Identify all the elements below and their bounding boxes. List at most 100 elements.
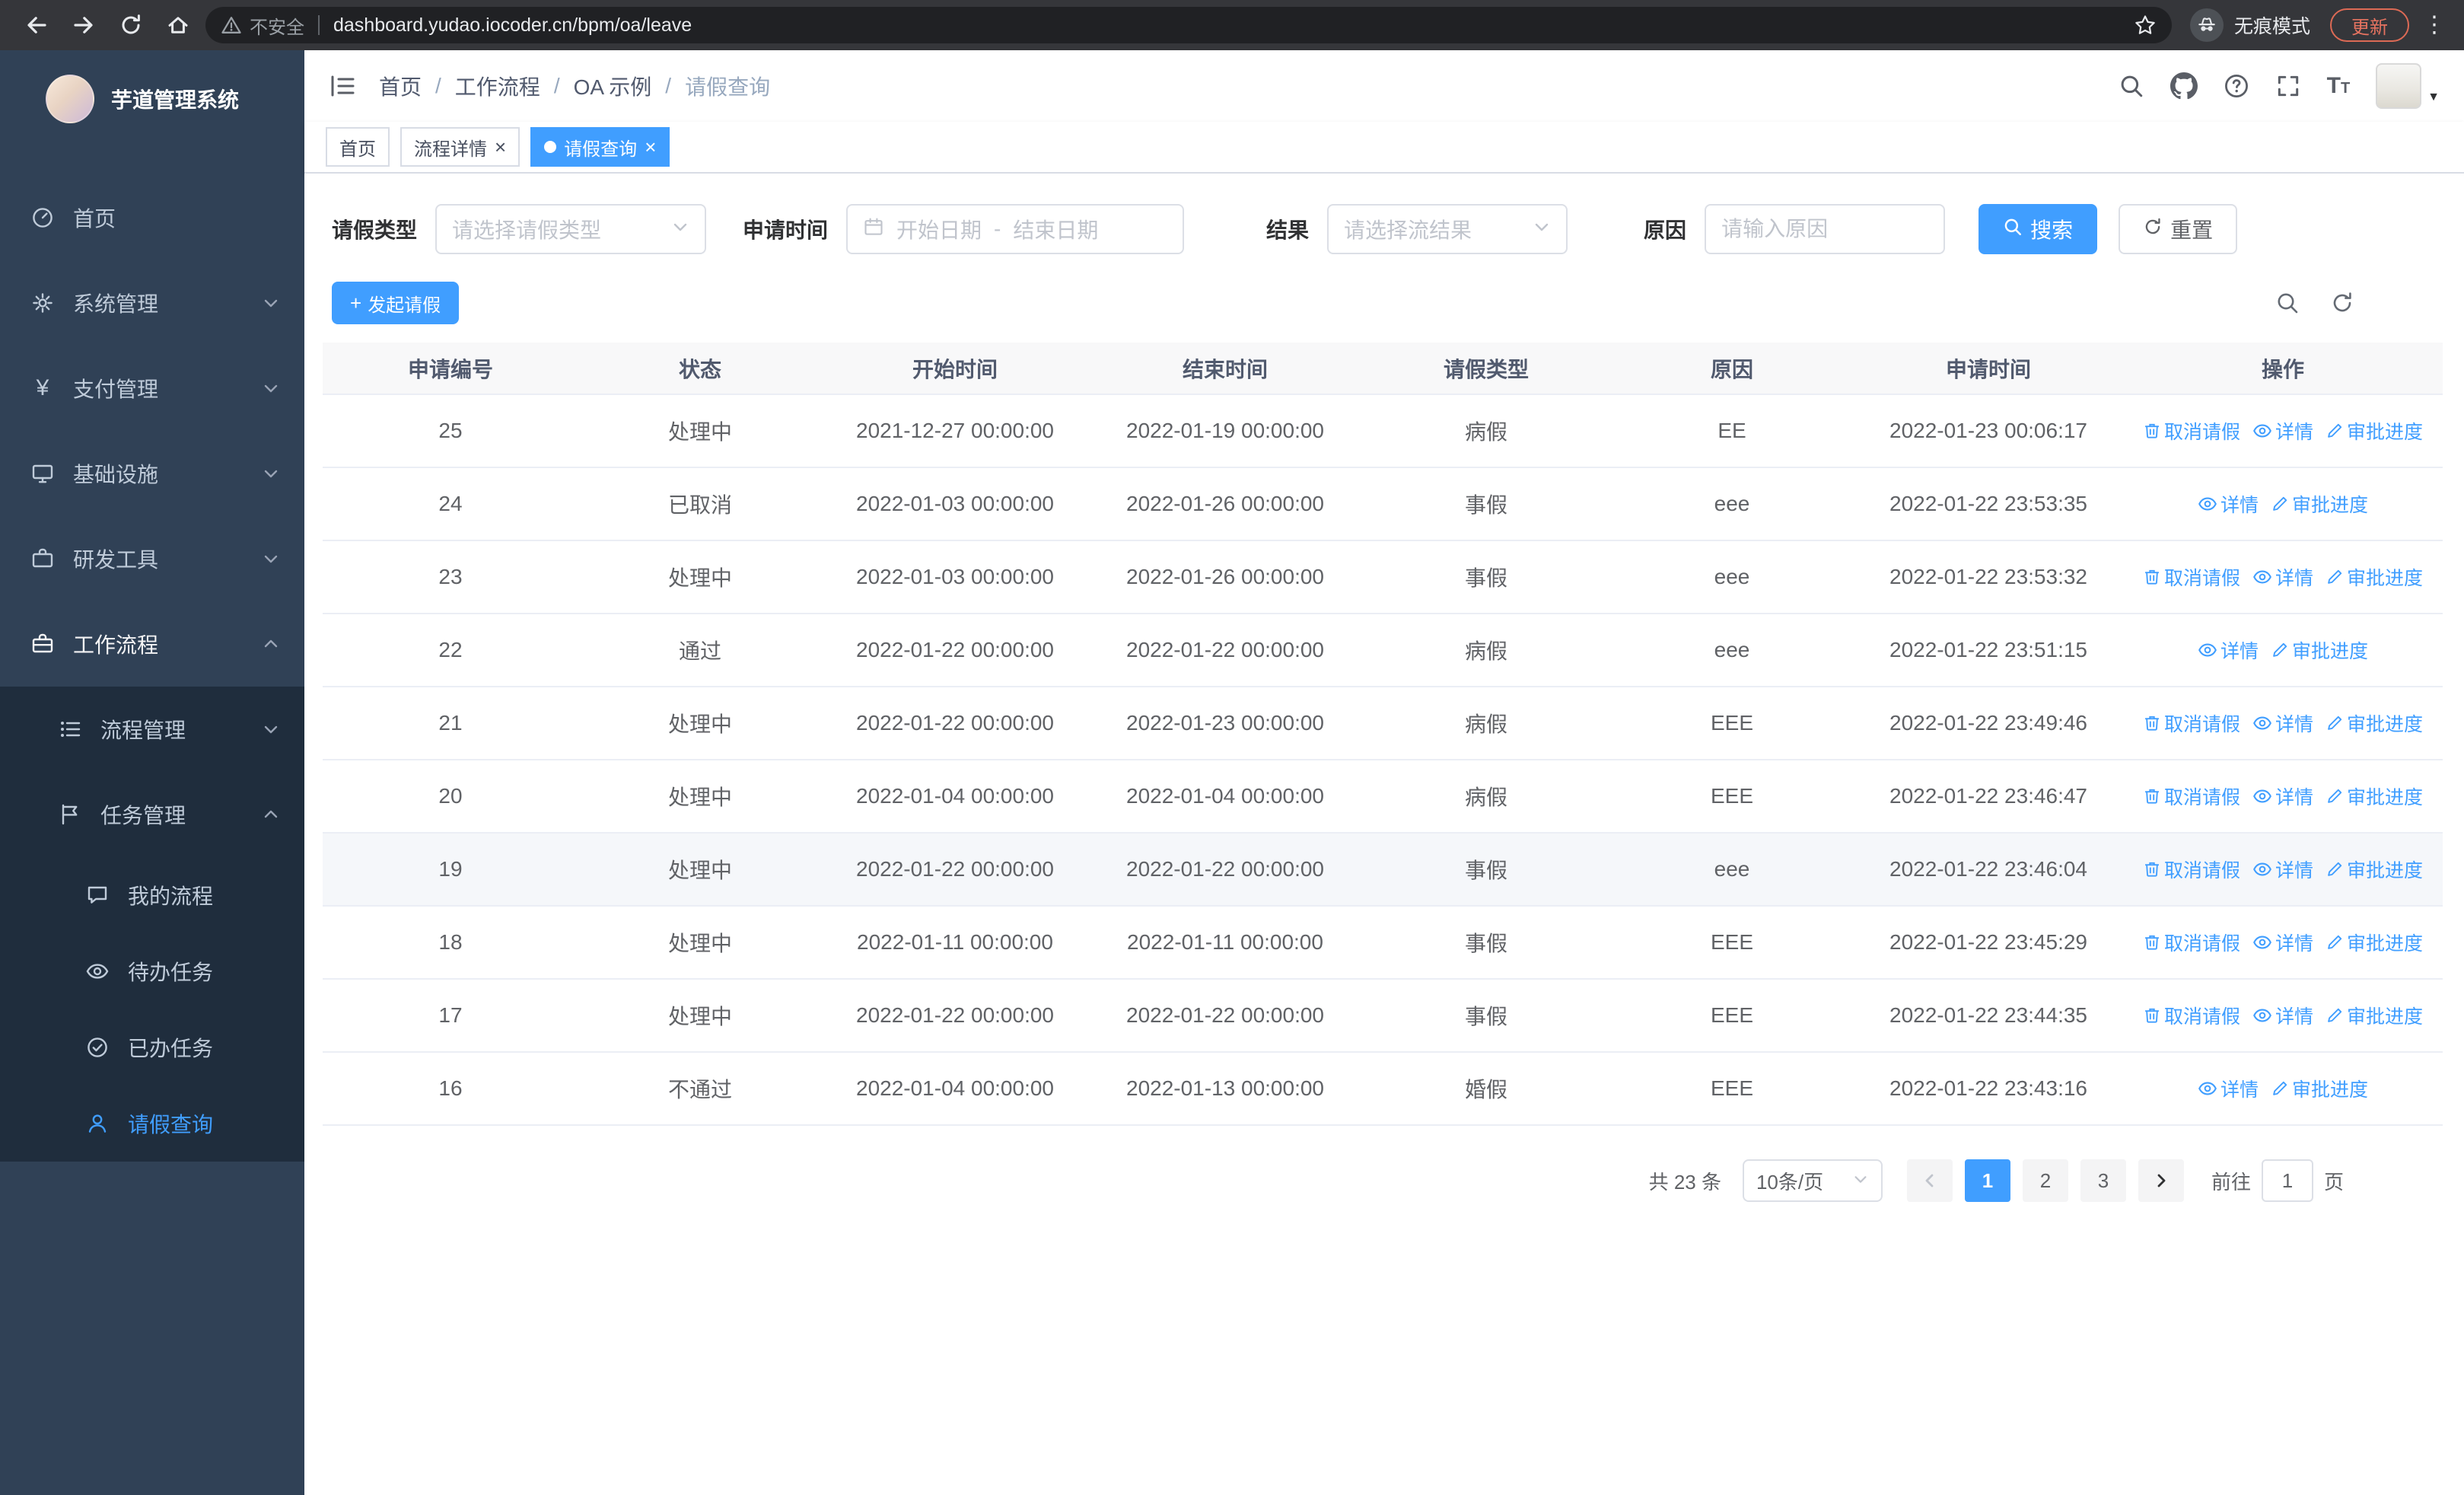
approval-progress-link[interactable]: 审批进度 [2271,636,2368,664]
security-warning-label[interactable]: 不安全 [250,12,304,39]
detail-link[interactable]: 详情 [2252,783,2313,810]
github-icon[interactable] [2170,72,2198,100]
cancel-leave-link[interactable]: 取消请假 [2143,417,2240,445]
user-menu[interactable]: ▼ [2376,63,2440,109]
detail-link[interactable]: 详情 [2252,417,2313,445]
detail-link[interactable]: 详情 [2252,929,2313,956]
breadcrumb-home[interactable]: 首页 [379,71,422,101]
avatar[interactable] [2376,63,2422,109]
detail-link[interactable]: 详情 [2198,636,2259,664]
browser-forward-icon[interactable] [72,13,96,37]
detail-link[interactable]: 详情 [2252,709,2313,737]
sidebar-item-done-tasks[interactable]: 已办任务 [0,1009,304,1085]
approval-progress-link[interactable]: 审批进度 [2271,1075,2368,1102]
cell-id: 22 [323,614,578,687]
url-text[interactable]: dashboard.yudao.iocoder.cn/bpm/oa/leave [333,14,692,37]
tab-close-icon[interactable]: × [645,137,656,157]
cell-actions: 取消请假 详情 审批进度 [2123,833,2443,907]
search-icon[interactable] [2119,73,2144,99]
approval-progress-link[interactable]: 审批进度 [2326,929,2423,956]
detail-link[interactable]: 详情 [2198,1075,2259,1102]
sidebar-fold-icon[interactable] [329,72,356,100]
cancel-leave-link[interactable]: 取消请假 [2143,709,2240,737]
browser-home-icon[interactable] [166,13,190,37]
cell-actions: 详情 审批进度 [2123,467,2443,541]
cancel-leave-link[interactable]: 取消请假 [2143,1002,2240,1029]
leave-type-select[interactable]: 请选择请假类型 [435,204,707,254]
approval-progress-link[interactable]: 审批进度 [2326,563,2423,591]
approval-progress-link[interactable]: 审批进度 [2326,783,2423,810]
page-size-select[interactable]: 10条/页 [1742,1159,1883,1202]
detail-link[interactable]: 详情 [2252,563,2313,591]
sidebar-item-task-mgmt[interactable]: 任务管理 [0,772,304,857]
sidebar-item-devtools[interactable]: 研发工具 [0,516,304,601]
sidebar-item-todo-tasks[interactable]: 待办任务 [0,933,304,1009]
cell-id: 23 [323,540,578,614]
page-button-1[interactable]: 1 [1964,1159,2010,1202]
leave-table-body: 25 处理中 2021-12-27 00:00:00 2022-01-19 00:00… [323,394,2443,1126]
approval-progress-link[interactable]: 审批进度 [2326,417,2423,445]
cancel-leave-link[interactable]: 取消请假 [2143,783,2240,810]
edit-pen-icon [2328,423,2342,438]
reason-label: 原因 [1644,218,1687,242]
pager: 123 [1906,1159,2184,1202]
approval-progress-link[interactable]: 审批进度 [2326,1002,2423,1029]
sidebar-item-payment[interactable]: ¥ 支付管理 [0,346,304,431]
tab-close-icon[interactable]: × [495,137,506,157]
help-icon[interactable] [2224,73,2249,99]
sidebar-item-workflow[interactable]: 工作流程 [0,601,304,687]
browser-reload-icon[interactable] [119,13,143,37]
toggle-search-icon[interactable] [2275,291,2300,315]
apply-time-range-picker[interactable]: 开始日期 - 结束日期 [846,204,1185,254]
app-logo[interactable]: 芋道管理系统 [0,50,304,148]
page-button-2[interactable]: 2 [2022,1159,2068,1202]
result-select[interactable]: 请选择流结果 [1327,204,1568,254]
cancel-leave-link[interactable]: 取消请假 [2143,563,2240,591]
cell-start-time: 2022-01-22 00:00:00 [822,687,1088,760]
approval-progress-link[interactable]: 审批进度 [2271,490,2368,518]
cell-reason: eee [1610,540,1854,614]
font-size-icon[interactable]: TT [2327,75,2351,97]
security-warning-icon [221,14,242,36]
address-bar[interactable]: 不安全 dashboard.yudao.iocoder.cn/bpm/oa/le… [205,7,2172,43]
fullscreen-icon[interactable] [2275,73,2301,99]
cell-status: 处理中 [578,979,822,1053]
table-row: 21 处理中 2022-01-22 00:00:00 2022-01-23 00:00… [323,687,2443,760]
tab-leave-query[interactable]: 请假查询 × [530,127,670,167]
prev-page-button[interactable] [1906,1159,1953,1202]
breadcrumb-workflow[interactable]: 工作流程 [455,71,540,101]
app-title: 芋道管理系统 [111,88,240,112]
goto-page-input[interactable] [2261,1159,2313,1202]
sidebar-item-my-processes[interactable]: 我的流程 [0,857,304,933]
browser-back-icon[interactable] [24,13,49,37]
tab-process-detail[interactable]: 流程详情 × [400,127,520,167]
refresh-table-icon[interactable] [2330,291,2354,315]
cancel-leave-link[interactable]: 取消请假 [2143,929,2240,956]
create-leave-button[interactable]: + 发起请假 [332,282,460,324]
cell-id: 20 [323,760,578,834]
page-button-3[interactable]: 3 [2080,1159,2126,1202]
tab-home[interactable]: 首页 [326,127,390,167]
goto-label: 前往 [2211,1170,2251,1194]
reset-button[interactable]: 重置 [2119,204,2238,254]
eye-icon [85,959,110,983]
sidebar-item-leave-query[interactable]: 请假查询 [0,1085,304,1162]
sidebar-item-process-mgmt[interactable]: 流程管理 [0,687,304,772]
breadcrumb-oa-example[interactable]: OA 示例 [574,71,652,101]
browser-update-button[interactable]: 更新 [2330,8,2409,42]
detail-link[interactable]: 详情 [2198,490,2259,518]
browser-menu-icon[interactable]: ⋮ [2423,14,2446,37]
next-page-button[interactable] [2138,1159,2184,1202]
reason-input[interactable] [1705,204,1946,254]
approval-progress-link[interactable]: 审批进度 [2326,709,2423,737]
sidebar-item-infrastructure[interactable]: 基础设施 [0,431,304,516]
bookmark-star-icon[interactable] [2134,14,2157,37]
detail-link[interactable]: 详情 [2252,1002,2313,1029]
cancel-leave-link[interactable]: 取消请假 [2143,856,2240,883]
column-header: 请假类型 [1362,343,1610,395]
search-button[interactable]: 搜索 [1979,204,2098,254]
detail-link[interactable]: 详情 [2252,856,2313,883]
approval-progress-link[interactable]: 审批进度 [2326,856,2423,883]
sidebar-item-home[interactable]: 首页 [0,175,304,260]
sidebar-item-system[interactable]: 系统管理 [0,260,304,346]
